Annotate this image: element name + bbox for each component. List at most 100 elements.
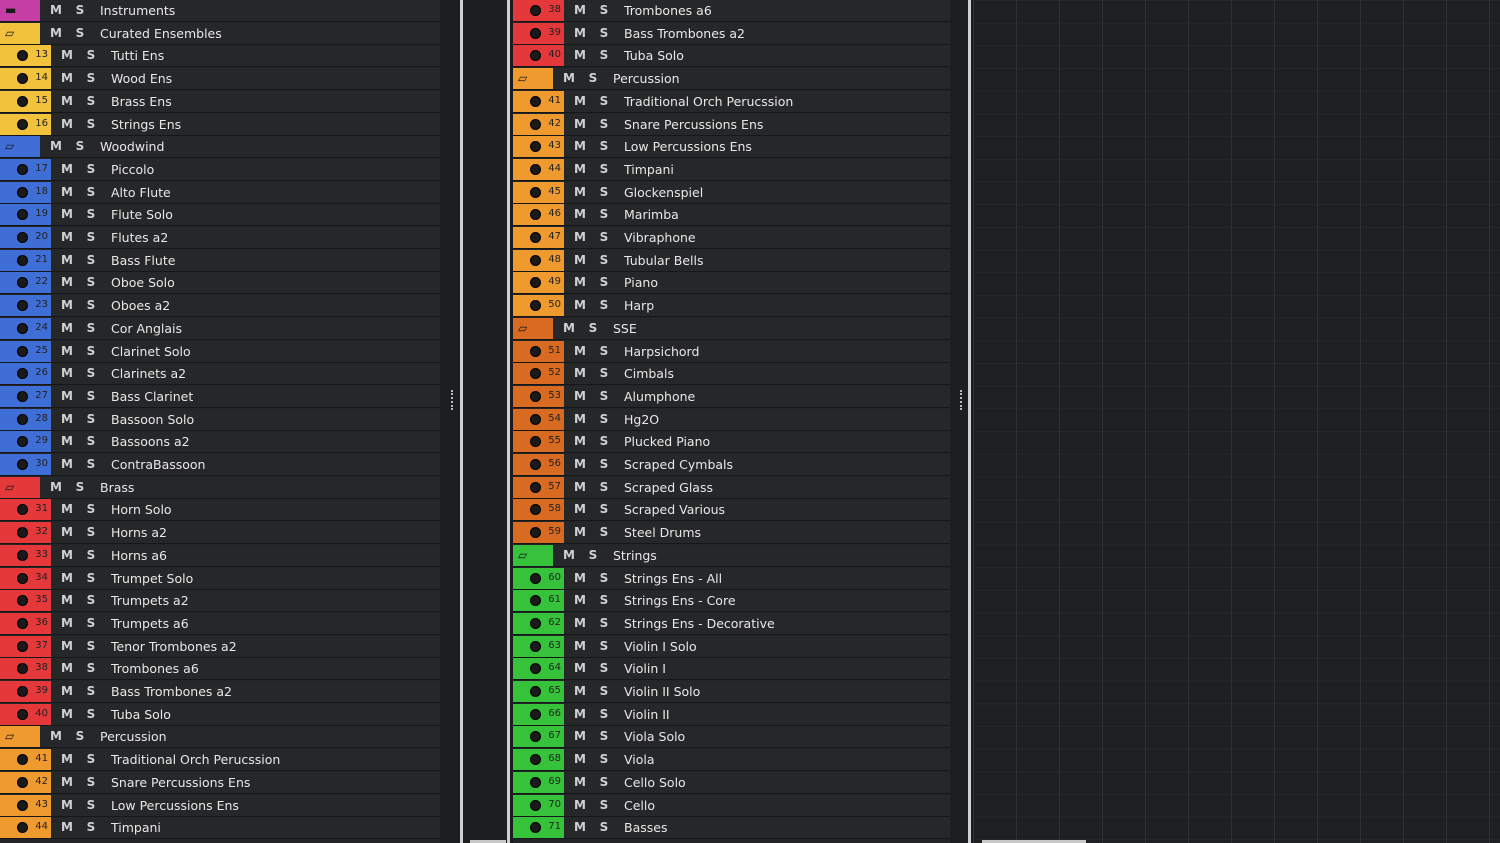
mute-button[interactable]: M [570,523,590,542]
mute-button[interactable]: M [570,773,590,792]
folder-color-swatch[interactable]: ▱ [0,726,40,748]
mute-button[interactable]: M [46,478,66,497]
track-color-swatch[interactable]: 20 [12,227,51,248]
mute-button[interactable]: M [57,591,77,610]
solo-button[interactable]: S [81,432,101,451]
folder-closed-icon[interactable]: ▬ [5,4,16,16]
solo-button[interactable]: S [81,818,101,837]
mute-button[interactable]: M [57,69,77,88]
track-color-swatch[interactable]: 14 [12,68,51,90]
mute-button[interactable]: M [570,46,590,65]
track-color-swatch[interactable]: 50 [525,295,564,317]
track-color-swatch[interactable]: 68 [525,749,564,771]
record-enable-icon[interactable] [17,708,28,720]
solo-button[interactable]: S [594,183,614,202]
solo-button[interactable]: S [70,137,90,156]
folder-color-swatch[interactable]: ▱ [0,136,40,158]
solo-button[interactable]: S [594,205,614,224]
track-color-swatch[interactable]: 35 [12,590,51,612]
record-enable-icon[interactable] [530,413,541,425]
track-color-swatch[interactable]: 39 [525,22,564,44]
track-color-swatch[interactable]: 30 [12,454,51,475]
mute-button[interactable]: M [57,183,77,202]
mute-button[interactable]: M [559,69,579,88]
record-enable-icon[interactable] [530,595,541,607]
record-enable-icon[interactable] [17,686,28,697]
record-enable-icon[interactable] [17,163,28,175]
record-enable-icon[interactable] [17,459,28,470]
mute-button[interactable]: M [57,750,77,769]
panel-divider-mid[interactable] [507,0,510,843]
mute-button[interactable]: M [570,500,590,519]
solo-button[interactable]: S [594,478,614,497]
track-row[interactable]: 47 M S Vibraphone [513,227,950,249]
solo-button[interactable]: S [81,387,101,406]
mute-button[interactable]: M [57,773,77,792]
track-color-swatch[interactable]: 13 [12,45,51,67]
track-row[interactable]: 41 M S Traditional Orch Perucssion [0,749,440,772]
track-row[interactable]: 40 M S Tuba Solo [0,703,440,726]
mute-button[interactable]: M [570,296,590,315]
track-row[interactable]: 63 M S Violin I Solo [513,635,950,658]
mute-button[interactable]: M [57,46,77,65]
solo-button[interactable]: S [70,478,90,497]
track-color-swatch[interactable]: 31 [12,499,51,521]
track-color-swatch[interactable]: 53 [525,385,564,407]
track-row[interactable]: 58 M S Scraped Various [513,499,950,522]
folder-color-swatch[interactable]: ▱ [0,476,40,498]
solo-button[interactable]: S [81,773,101,792]
record-enable-icon[interactable] [17,50,28,62]
mute-button[interactable]: M [57,637,77,656]
mute-button[interactable]: M [57,228,77,247]
solo-button[interactable]: S [594,296,614,315]
track-row[interactable]: 42 M S Snare Percussions Ens [513,113,950,136]
folder-track[interactable]: ▱ M S SSE [513,317,950,340]
record-enable-icon[interactable] [17,186,28,198]
solo-button[interactable]: S [81,342,101,361]
mute-button[interactable]: M [57,387,77,406]
mute-button[interactable]: M [57,251,77,270]
solo-button[interactable]: S [81,750,101,769]
solo-button[interactable]: S [594,682,614,701]
solo-button[interactable]: S [594,364,614,383]
mute-button[interactable]: M [57,319,77,338]
folder-open-icon[interactable]: ▱ [5,27,14,39]
folder-track[interactable]: ▱ M S Strings [513,544,950,567]
folder-open-icon[interactable]: ▱ [5,481,14,493]
record-enable-icon[interactable] [17,776,28,788]
track-color-swatch[interactable]: 45 [525,181,564,203]
mute-button[interactable]: M [57,410,77,429]
mute-button[interactable]: M [570,228,590,247]
track-row[interactable]: 59 M S Steel Drums [513,522,950,545]
track-color-swatch[interactable]: 47 [525,227,564,248]
record-enable-icon[interactable] [17,617,28,629]
track-row[interactable]: 53 M S Alumphone [513,385,950,408]
track-row[interactable]: 55 M S Plucked Piano [513,431,950,454]
mute-button[interactable]: M [57,818,77,837]
track-color-swatch[interactable]: 65 [525,681,564,702]
solo-button[interactable]: S [594,432,614,451]
track-row[interactable]: 38 M S Trombones a6 [513,0,950,22]
track-color-swatch[interactable]: 46 [525,204,564,226]
track-row[interactable]: 50 M S Harp [513,295,950,318]
mute-button[interactable]: M [570,478,590,497]
record-enable-icon[interactable] [530,390,541,402]
record-enable-icon[interactable] [530,368,541,380]
solo-button[interactable]: S [594,659,614,678]
folder-track[interactable]: ▱ M S Woodwind [0,136,440,159]
track-color-swatch[interactable]: 37 [12,635,51,657]
track-color-swatch[interactable]: 48 [525,249,564,271]
track-row[interactable]: 45 M S Glockenspiel [513,181,950,204]
record-enable-icon[interactable] [17,345,28,357]
track-color-swatch[interactable]: 39 [12,681,51,702]
track-row[interactable]: 56 M S Scraped Cymbals [513,454,950,476]
track-color-swatch[interactable]: 44 [12,817,51,839]
track-row[interactable]: 52 M S Cimbals [513,363,950,386]
mute-button[interactable]: M [570,705,590,724]
solo-button[interactable]: S [594,115,614,134]
solo-button[interactable]: S [81,228,101,247]
mute-button[interactable]: M [570,160,590,179]
track-color-swatch[interactable]: 16 [12,113,51,135]
track-color-swatch[interactable]: 70 [525,794,564,816]
mute-button[interactable]: M [57,296,77,315]
